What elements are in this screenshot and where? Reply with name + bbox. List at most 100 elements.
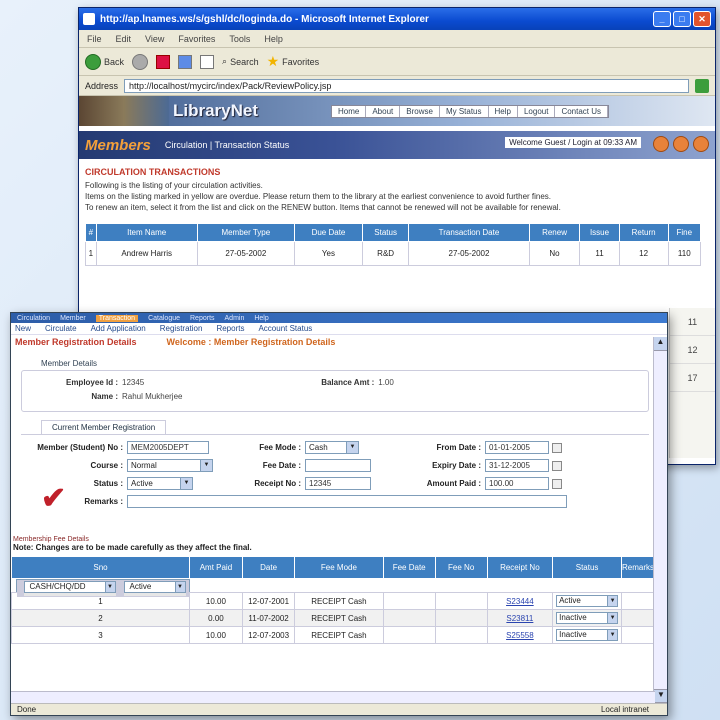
menu-add-application[interactable]: Add Application [91, 324, 146, 333]
module-tab[interactable]: Reports [190, 315, 215, 322]
table-row[interactable]: 1 Andrew Harris 27-05-2002 Yes R&D 27-05… [85, 241, 702, 266]
module-tab[interactable]: Member [60, 315, 86, 322]
star-icon: ★ [266, 53, 280, 69]
chevron-down-icon: ▼ [104, 582, 115, 592]
status-select[interactable]: Active ▼ [127, 477, 193, 490]
column-header: Fine [667, 223, 702, 242]
row-status-select[interactable]: Inactive ▼ [556, 629, 619, 641]
module-tab-active[interactable]: Transaction [95, 314, 139, 322]
search-button[interactable]: ⌕ Search [222, 56, 259, 67]
remarks-field[interactable] [127, 495, 567, 508]
row-status-select[interactable]: Active ▼ [556, 595, 619, 607]
refresh-icon[interactable] [178, 54, 193, 69]
member-panel: Member Details Employee Id : 12345 Balan… [21, 355, 649, 532]
home-icon[interactable] [200, 54, 215, 69]
back-arrow-icon [85, 53, 101, 70]
expiry-date-field[interactable]: 31-12-2005 [485, 459, 549, 472]
chevron-down-icon: ▼ [607, 596, 618, 606]
member-no-row: Member (Student) No : MEM2005DEPT [11, 441, 209, 454]
column-header: Date [241, 556, 296, 579]
menu-view[interactable]: View [145, 34, 164, 44]
menu-reports[interactable]: Reports [216, 324, 244, 333]
column-header: Issue [579, 223, 620, 242]
row-status-select[interactable]: Inactive ▼ [556, 612, 619, 624]
amount-paid-field[interactable]: 100.00 [485, 477, 549, 490]
nav-home[interactable]: Home [332, 105, 367, 117]
fee-mode-filter[interactable]: CASH/CHQ/DD ▼ [23, 581, 116, 593]
members-badge: Members [85, 136, 151, 154]
from-date-field[interactable]: 01-01-2005 [485, 441, 549, 454]
column-header: Due Date [293, 223, 363, 242]
column-header: Member Type [196, 223, 295, 242]
column-header: Fee Date [382, 556, 436, 579]
menu-favorites[interactable]: Favorites [178, 34, 215, 44]
module-tab[interactable]: Catalogue [148, 315, 180, 322]
receipt-link[interactable]: S25558 [506, 631, 534, 640]
horizontal-scrollbar[interactable] [11, 691, 655, 703]
chevron-down-icon: ▼ [607, 630, 618, 640]
circulation-text: Following is the listing of your circula… [85, 181, 263, 190]
table-row[interactable]: 3 10.00 12-07-2003 RECEIPT Cash S25558 I… [11, 626, 656, 644]
balance-value: 1.00 [378, 377, 394, 387]
table-row[interactable]: 2 0.00 11-07-2002 RECEIPT Cash S23811 In… [11, 609, 656, 627]
fee-date-field[interactable] [305, 459, 371, 472]
chevron-down-icon: ▼ [174, 582, 185, 592]
logout-round-icon[interactable] [693, 136, 709, 152]
nav-browse[interactable]: Browse [400, 105, 440, 117]
menu-new[interactable]: New [15, 324, 31, 333]
member-no-field[interactable]: MEM2005DEPT [127, 441, 209, 454]
from-date-row: From Date : 01-01-2005 [391, 441, 562, 454]
fee-date-row: Fee Date : [221, 459, 371, 472]
menu-edit[interactable]: Edit [116, 34, 132, 44]
receipt-link[interactable]: S23444 [506, 597, 534, 606]
column-header: Renew [528, 223, 581, 242]
chevron-down-icon: ▼ [607, 613, 618, 623]
module-tab[interactable]: Admin [225, 315, 245, 322]
tab-current-registration[interactable]: Current Member Registration [41, 420, 167, 434]
app-name: LibraryNet [173, 101, 259, 120]
go-button[interactable] [695, 78, 709, 93]
calendar-icon[interactable] [552, 442, 562, 453]
status-filter[interactable]: Active ▼ [123, 581, 186, 593]
sub-menu: New Circulate Add Application Registrati… [11, 323, 667, 335]
menu-registration[interactable]: Registration [160, 324, 203, 333]
help-round-icon[interactable] [673, 136, 689, 152]
breadcrumb: Member Registration Details Welcome : Me… [11, 335, 667, 349]
stop-icon[interactable] [156, 54, 171, 69]
favorites-button[interactable]: ★ Favorites [267, 53, 320, 70]
nav-help[interactable]: Help [489, 105, 518, 117]
scroll-up-icon[interactable]: ▲ [654, 337, 667, 351]
minimize-button[interactable]: _ [653, 11, 671, 27]
library-logo-image [79, 96, 169, 126]
back-button[interactable]: Back [85, 53, 124, 70]
menu-help[interactable]: Help [264, 34, 283, 44]
address-input[interactable]: http://localhost/mycirc/index/Pack/Revie… [124, 78, 689, 93]
module-tab[interactable]: Help [254, 315, 268, 322]
close-button[interactable]: ✕ [693, 11, 711, 27]
address-label: Address [85, 80, 119, 91]
course-select[interactable]: Normal ▼ [127, 459, 213, 472]
nav-status[interactable]: My Status [440, 105, 489, 117]
nav-logout[interactable]: Logout [518, 105, 556, 117]
menu-account-status[interactable]: Account Status [258, 324, 312, 333]
module-tab[interactable]: Circulation [17, 315, 50, 322]
fee-mode-row: Fee Mode : Cash ▼ [221, 441, 359, 454]
nav-contact[interactable]: Contact Us [555, 105, 609, 117]
nav-about[interactable]: About [366, 105, 401, 117]
fee-mode-select[interactable]: Cash ▼ [305, 441, 359, 454]
menu-file[interactable]: File [87, 34, 102, 44]
calendar-icon[interactable] [552, 478, 562, 489]
menu-tools[interactable]: Tools [229, 34, 250, 44]
home-round-icon[interactable] [653, 136, 669, 152]
receipt-no-field[interactable]: 12345 [305, 477, 371, 490]
calendar-icon[interactable] [552, 460, 562, 471]
chevron-down-icon: ▼ [200, 460, 212, 471]
employee-id-value: 12345 [122, 377, 145, 387]
maximize-button[interactable]: □ [673, 11, 691, 27]
forward-button[interactable] [132, 53, 149, 70]
vertical-scrollbar[interactable]: ▲ ▼ [653, 337, 667, 703]
receipt-link[interactable]: S23811 [506, 614, 533, 623]
scroll-down-icon[interactable]: ▼ [654, 689, 667, 703]
menu-circulate[interactable]: Circulate [45, 324, 77, 333]
library-header: LibraryNet Home About Browse My Status H… [79, 96, 715, 126]
